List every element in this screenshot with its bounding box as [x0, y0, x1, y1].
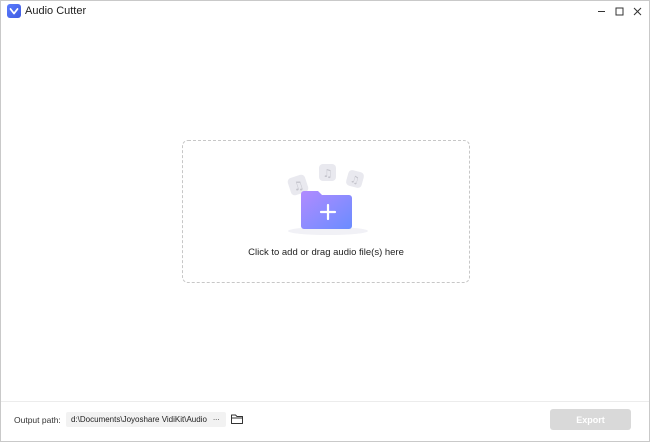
close-button[interactable] [625, 1, 649, 22]
close-icon [633, 7, 641, 16]
export-button[interactable]: Export [550, 409, 631, 430]
add-file-dropzone[interactable]: ♫ ♫ ♫ Click to add or drag audio file(s)… [182, 140, 470, 283]
svg-text:♫: ♫ [323, 167, 333, 180]
minimize-icon [597, 11, 605, 12]
main-content: ♫ ♫ ♫ Click to add or drag audio file(s)… [6, 22, 644, 400]
dropzone-instruction: Click to add or drag audio file(s) here [248, 247, 404, 258]
app-logo-icon [7, 4, 21, 18]
browse-more-button[interactable]: ··· [208, 412, 224, 427]
open-folder-button[interactable] [230, 412, 244, 426]
folder-icon [231, 414, 243, 424]
output-path-label: Output path: [14, 415, 61, 425]
output-path-field[interactable]: d:\Documents\Joyoshare VidiKit\Audio [66, 412, 226, 427]
maximize-icon [615, 7, 623, 16]
window-title: Audio Cutter [25, 5, 87, 17]
title-bar: Audio Cutter [1, 1, 649, 22]
add-folder-icon: ♫ ♫ ♫ [287, 164, 368, 235]
footer-bar: Output path: d:\Documents\Joyoshare Vidi… [1, 401, 649, 441]
app-window: Audio Cutter ♫ ♫ ♫ Click to add or drag … [0, 0, 650, 442]
